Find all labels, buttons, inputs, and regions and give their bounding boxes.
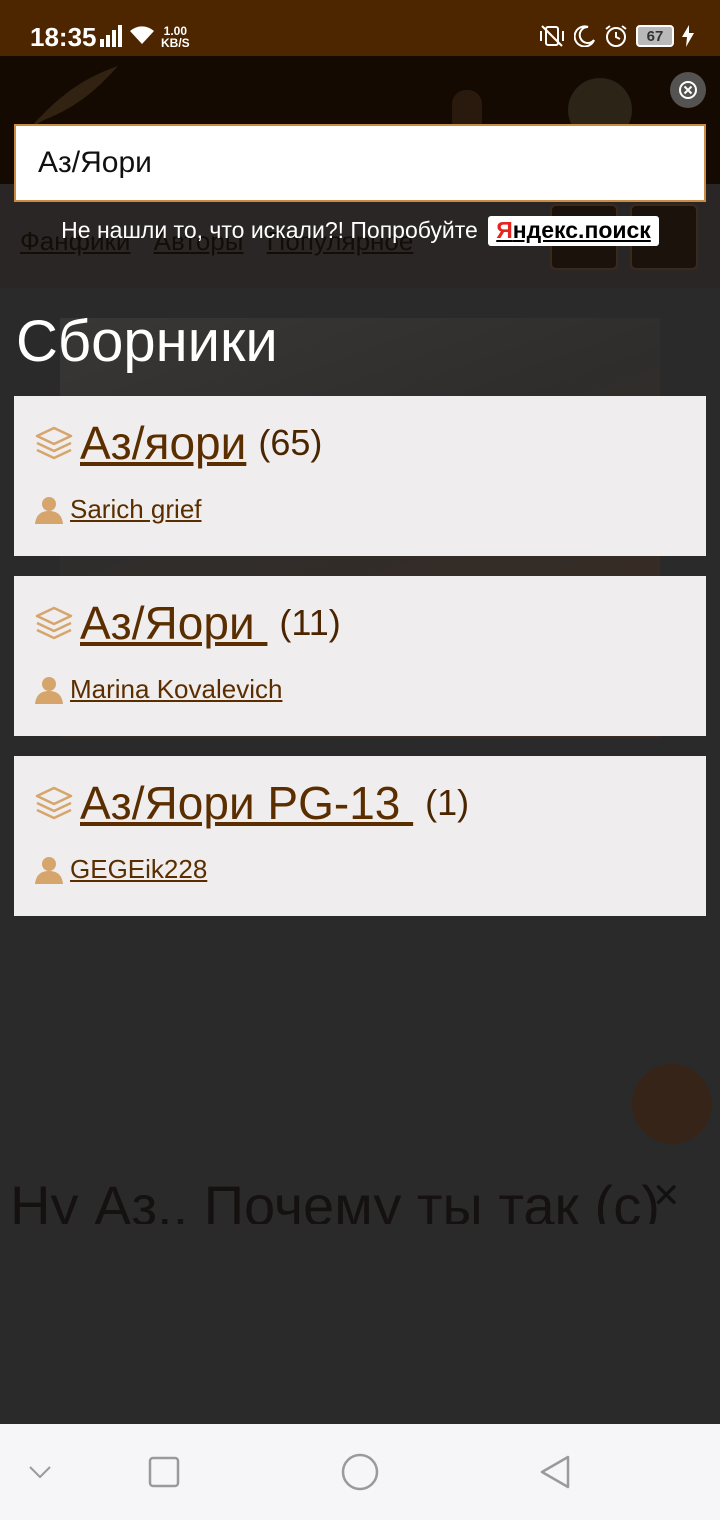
wifi-icon <box>130 26 154 44</box>
yandex-logo-letter: Я <box>496 217 513 243</box>
collection-count: (11) <box>279 602 341 643</box>
quill-logo-icon <box>30 66 118 128</box>
collection-author: Marina Kovalevich <box>34 674 282 705</box>
notifications-bell-icon <box>452 90 482 126</box>
collection-card: Аз/Яори PG-13 (1) GEGEik228 <box>14 756 706 916</box>
status-time: 18:35 <box>30 22 97 52</box>
network-speed: 1.00 KB/S <box>161 25 190 49</box>
back-button[interactable] <box>538 1454 572 1490</box>
status-bar: 18:35 1.00 KB/S 67 <box>0 0 720 56</box>
chevron-down-icon[interactable] <box>28 1464 52 1480</box>
scroll-to-top-button <box>632 1064 712 1144</box>
close-search-button[interactable] <box>670 72 706 108</box>
collection-header: Аз/яори (65) <box>34 416 322 470</box>
alarm-icon <box>605 25 627 47</box>
collection-count: (1) <box>425 782 470 823</box>
search-hint-text: Не нашли то, что искали?! Попробуйте <box>61 217 478 243</box>
status-icons: 67 <box>538 24 694 48</box>
section-title: Сборники <box>16 309 278 374</box>
charging-icon <box>682 25 694 47</box>
yandex-search-link[interactable]: Яндекс.поиск <box>488 216 659 246</box>
user-icon <box>35 856 63 884</box>
battery-indicator: 67 <box>636 25 674 47</box>
collection-count: (65) <box>258 422 323 463</box>
collection-author: Sarich grief <box>34 494 202 525</box>
search-input[interactable] <box>14 124 706 202</box>
home-button[interactable] <box>340 1452 380 1492</box>
collection-title-link[interactable]: Аз/яори <box>80 416 246 470</box>
author-link[interactable]: Marina Kovalevich <box>70 674 282 705</box>
close-circle-icon <box>679 81 697 99</box>
system-navigation-bar <box>0 1424 720 1520</box>
recent-apps-button[interactable] <box>148 1456 180 1488</box>
collection-title-link[interactable]: Аз/Яори <box>80 596 267 650</box>
layers-icon <box>35 426 73 460</box>
collection-header: Аз/Яори PG-13 (1) <box>34 776 469 830</box>
author-link[interactable]: Sarich grief <box>70 494 202 525</box>
collection-title-link[interactable]: Аз/Яори PG-13 <box>80 776 413 830</box>
collection-header: Аз/Яори (11) <box>34 596 341 650</box>
collection-card: Аз/Яори (11) Marina Kovalevich <box>14 576 706 736</box>
signal-icon <box>100 25 122 47</box>
background-heading: Ну Аз.. Почему ты так (с) <box>10 1174 660 1224</box>
author-link[interactable]: GEGEik228 <box>70 854 207 885</box>
network-speed-unit: KB/S <box>161 36 190 50</box>
search-hint: Не нашли то, что искали?! Попробуйте Янд… <box>0 216 720 246</box>
moon-icon <box>574 25 595 47</box>
vibrate-off-icon <box>540 25 564 47</box>
user-icon <box>35 496 63 524</box>
user-icon <box>35 676 63 704</box>
collection-author: GEGEik228 <box>34 854 207 885</box>
yandex-logo-rest: ндекс.поиск <box>512 217 651 243</box>
collection-card: Аз/яори (65) Sarich grief <box>14 396 706 556</box>
layers-icon <box>35 786 73 820</box>
background-close-icon: ✕ <box>652 1177 681 1215</box>
layers-icon <box>35 606 73 640</box>
